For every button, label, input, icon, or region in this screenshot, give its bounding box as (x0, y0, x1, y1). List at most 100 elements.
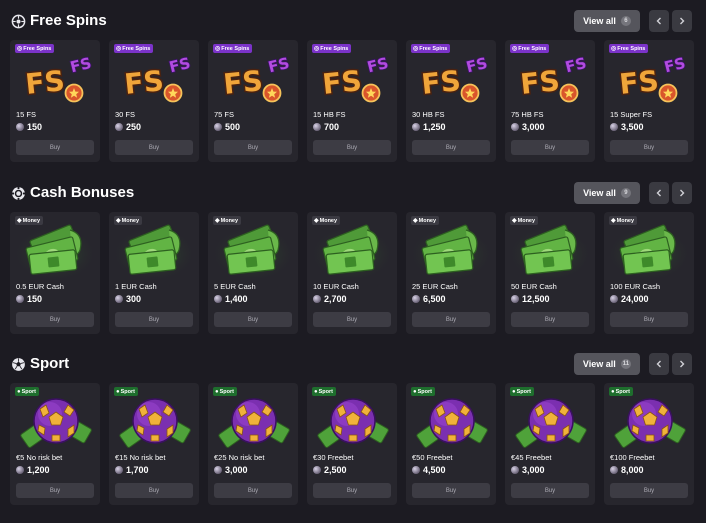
category-tag-label: Money (121, 217, 140, 224)
item-price: 3,000 (511, 122, 545, 132)
view-all-label: View all (583, 188, 616, 198)
soccer-ball-art (109, 391, 199, 453)
item-name: 15 FS (16, 110, 37, 119)
category-tag-label: Free Spins (617, 45, 646, 52)
shop-item-card[interactable]: ● Sport €25 No risk bet 3,000 Buy (208, 383, 298, 505)
buy-button[interactable]: Buy (412, 483, 490, 498)
carousel-next-button[interactable] (672, 182, 692, 204)
buy-button[interactable]: Buy (610, 140, 688, 155)
carousel-prev-button[interactable] (649, 353, 669, 375)
shop-item-card[interactable]: ◆ Money 0.5 EUR Cash 150 Buy (10, 212, 100, 334)
shop-item-card[interactable]: ● Sport €45 Freebet 3,000 Buy (505, 383, 595, 505)
buy-button[interactable]: Buy (313, 140, 391, 155)
view-all-label: View all (582, 359, 616, 369)
fs-small-text: FS (464, 54, 489, 77)
shop-item-card[interactable]: ◎ Free Spins FS FS 75 HB FS 3,000 Buy (505, 40, 595, 162)
buy-button[interactable]: Buy (16, 312, 94, 327)
item-name: €50 Freebet (412, 453, 453, 462)
free-spins-art: FS FS (505, 48, 595, 110)
view-all-button[interactable]: View all 6 (574, 10, 640, 32)
shop-item-card[interactable]: ◆ Money 100 EUR Cash 24,000 Buy (604, 212, 694, 334)
buy-button[interactable]: Buy (214, 483, 292, 498)
buy-button[interactable]: Buy (313, 312, 391, 327)
carousel-next-button[interactable] (672, 10, 692, 32)
shop-item-card[interactable]: ● Sport €5 No risk bet 1,200 Buy (10, 383, 100, 505)
shop-item-card[interactable]: ◆ Money 1 EUR Cash 300 Buy (109, 212, 199, 334)
buy-button[interactable]: Buy (511, 483, 589, 498)
category-tag-label: Money (616, 217, 635, 224)
item-price: 300 (115, 294, 141, 304)
item-price: 12,500 (511, 294, 550, 304)
shop-item-card[interactable]: ◎ Free Spins FS FS 15 FS 150 Buy (10, 40, 100, 162)
category-tag-label: Sport (21, 388, 36, 395)
buy-button[interactable]: Buy (313, 483, 391, 498)
free-spins-tag-icon: ◎ (17, 45, 23, 52)
coin-icon (115, 123, 123, 131)
chevron-right-icon (678, 12, 686, 30)
buy-button[interactable]: Buy (610, 483, 688, 498)
item-price: 500 (214, 122, 240, 132)
shop-item-card[interactable]: ◎ Free Spins FS FS 15 Super FS 3,500 Buy (604, 40, 694, 162)
poker-chip-icon (11, 186, 26, 201)
shop-item-card[interactable]: ◆ Money 10 EUR Cash 2,700 Buy (307, 212, 397, 334)
item-price: 150 (16, 122, 42, 132)
item-price: 2,700 (313, 294, 347, 304)
category-tag: ◎ Free Spins (312, 44, 352, 53)
buy-button[interactable]: Buy (16, 140, 94, 155)
buy-button[interactable]: Buy (214, 140, 292, 155)
shop-item-card[interactable]: ◎ Free Spins FS FS 30 FS 250 Buy (109, 40, 199, 162)
coin-icon (16, 123, 24, 131)
category-tag: ● Sport (15, 387, 39, 396)
carousel-prev-button[interactable] (649, 182, 669, 204)
category-tag-label: Free Spins (23, 45, 52, 52)
shop-item-card[interactable]: ● Sport €15 No risk bet 1,700 Buy (109, 383, 199, 505)
shop-item-card[interactable]: ◎ Free Spins FS FS 15 HB FS 700 Buy (307, 40, 397, 162)
view-all-button[interactable]: View all 11 (574, 353, 640, 375)
shop-item-card[interactable]: ◆ Money 25 EUR Cash 6,500 Buy (406, 212, 496, 334)
buy-button[interactable]: Buy (610, 312, 688, 327)
buy-button[interactable]: Buy (214, 312, 292, 327)
buy-button[interactable]: Buy (115, 312, 193, 327)
buy-button[interactable]: Buy (115, 140, 193, 155)
price-value: 2,700 (324, 294, 347, 304)
buy-button[interactable]: Buy (412, 140, 490, 155)
shop-item-card[interactable]: ● Sport €30 Freebet 2,500 Buy (307, 383, 397, 505)
item-price: 700 (313, 122, 339, 132)
soccer-ball-art (406, 391, 496, 453)
shop-item-card[interactable]: ◎ Free Spins FS FS 30 HB FS 1,250 Buy (406, 40, 496, 162)
buy-button[interactable]: Buy (115, 483, 193, 498)
price-value: 8,000 (621, 465, 644, 475)
coin-icon (313, 466, 321, 474)
item-name: €5 No risk bet (16, 453, 63, 462)
category-tag: ◎ Free Spins (411, 44, 451, 53)
coin-icon (214, 123, 222, 131)
view-all-button[interactable]: View all 9 (574, 182, 640, 204)
category-tag: ◆ Money (411, 216, 440, 225)
shop-item-card[interactable]: ◆ Money 5 EUR Cash 1,400 Buy (208, 212, 298, 334)
category-tag: ◎ Free Spins (510, 44, 550, 53)
shop-item-card[interactable]: ● Sport €100 Freebet 8,000 Buy (604, 383, 694, 505)
price-value: 2,500 (324, 465, 347, 475)
category-tag: ● Sport (114, 387, 138, 396)
view-all-count-badge: 9 (620, 188, 631, 198)
shop-item-card[interactable]: ◆ Money 50 EUR Cash 12,500 Buy (505, 212, 595, 334)
shop-item-card[interactable]: ◎ Free Spins FS FS 75 FS 500 Buy (208, 40, 298, 162)
sport-tag-icon: ● (314, 388, 318, 395)
buy-button[interactable]: Buy (412, 312, 490, 327)
soccer-ball-art (604, 391, 694, 453)
category-tag-label: Sport (516, 388, 531, 395)
buy-button[interactable]: Buy (511, 140, 589, 155)
view-all-label: View all (583, 16, 616, 26)
carousel-prev-button[interactable] (649, 10, 669, 32)
item-price: 2,500 (313, 465, 347, 475)
buy-button[interactable]: Buy (511, 312, 589, 327)
shop-item-card[interactable]: ● Sport €50 Freebet 4,500 Buy (406, 383, 496, 505)
price-value: 3,500 (621, 122, 644, 132)
item-price: 8,000 (610, 465, 644, 475)
carousel-next-button[interactable] (672, 353, 692, 375)
sport-tag-icon: ● (215, 388, 219, 395)
fs-small-text: FS (365, 54, 390, 77)
item-price: 1,200 (16, 465, 50, 475)
category-tag-label: Sport (318, 388, 333, 395)
buy-button[interactable]: Buy (16, 483, 94, 498)
